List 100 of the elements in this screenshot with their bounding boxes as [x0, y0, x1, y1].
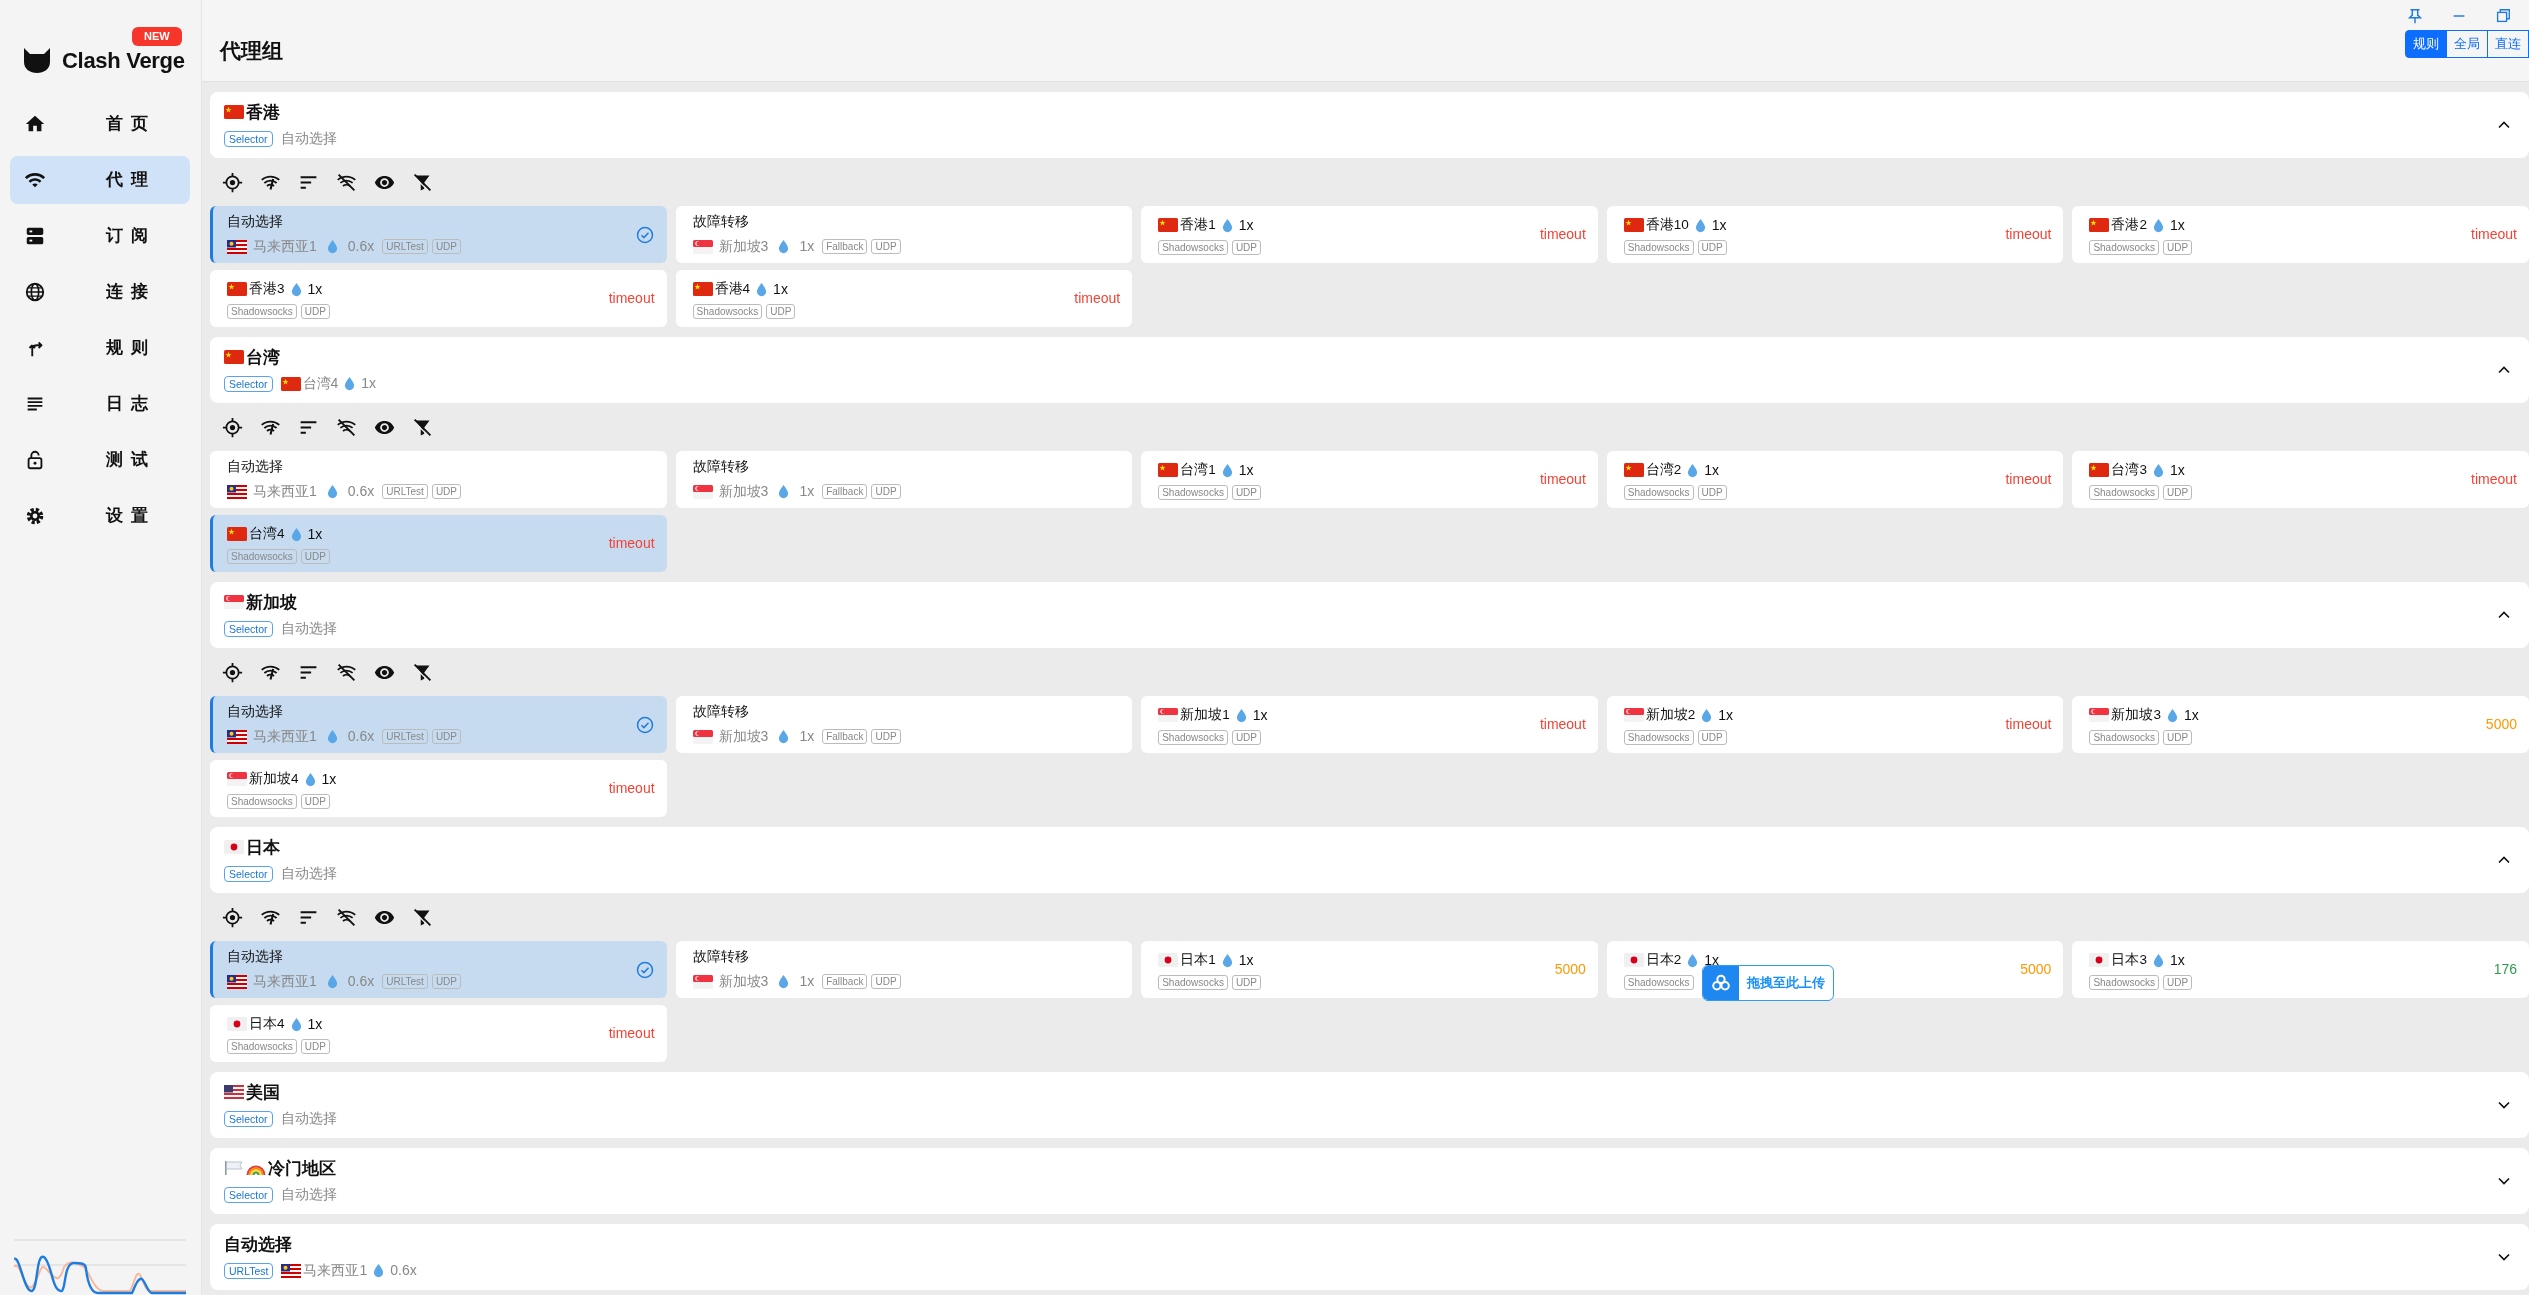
- droplet-icon: [778, 729, 790, 744]
- proxy-card[interactable]: 台湾4 1x Shadowsocks UDP timeout: [210, 515, 667, 572]
- crosshair-icon[interactable]: [221, 171, 243, 193]
- proxy-card[interactable]: 台湾1 1x Shadowsocks UDP timeout: [1141, 451, 1598, 508]
- delay-text: timeout: [2005, 715, 2052, 734]
- flag-icon: [280, 376, 301, 391]
- proxy-card[interactable]: 香港2 1x Shadowsocks UDP timeout: [2072, 206, 2529, 263]
- nav-item[interactable]: 代理: [10, 156, 190, 204]
- nav-item[interactable]: 设置: [10, 492, 190, 540]
- droplet-icon: [373, 1263, 385, 1278]
- flag-icon: [1623, 463, 1644, 477]
- signal-off-icon[interactable]: [335, 661, 357, 683]
- proxy-card[interactable]: 日本3 1x Shadowsocks UDP 176: [2072, 941, 2529, 998]
- nav-item[interactable]: 订阅: [10, 212, 190, 260]
- proxy-tag: Fallback: [822, 974, 868, 989]
- proxy-tag: Shadowsocks: [2089, 239, 2160, 255]
- proxy-card[interactable]: 台湾2 1x Shadowsocks UDP timeout: [1606, 451, 2064, 508]
- crosshair-icon[interactable]: [221, 661, 243, 683]
- droplet-icon: [756, 281, 768, 297]
- proxy-card[interactable]: 新加坡2 1x Shadowsocks UDP timeout: [1606, 696, 2064, 753]
- droplet-icon: [1221, 462, 1233, 478]
- proxy-card[interactable]: 台湾3 1x Shadowsocks UDP timeout: [2072, 451, 2529, 508]
- proxy-tag: UDP: [2163, 484, 2193, 500]
- group-title: 自动选择: [224, 1234, 292, 1255]
- proxy-card[interactable]: 新加坡1 1x Shadowsocks UDP timeout: [1141, 696, 1598, 753]
- nav-item[interactable]: 连接: [10, 268, 190, 316]
- group-header[interactable]: 自动选择 URLTest 马来西亚1 0.6x: [210, 1224, 2529, 1290]
- delay-text: timeout: [1539, 715, 1586, 734]
- crosshair-icon[interactable]: [221, 416, 243, 438]
- proxy-name: 香港3: [249, 280, 285, 298]
- nav-item[interactable]: 测试: [10, 436, 190, 484]
- droplet-icon: [1235, 707, 1247, 723]
- flag-icon: [224, 595, 244, 609]
- flag-icon: [1158, 953, 1179, 967]
- group-header[interactable]: 冷门地区 Selector 自动选择: [210, 1148, 2529, 1214]
- pin-icon[interactable]: [2406, 7, 2424, 25]
- proxy-card[interactable]: 日本1 1x Shadowsocks UDP 5000: [1141, 941, 1598, 998]
- current-proxy: 新加坡3: [718, 237, 769, 256]
- nav-item[interactable]: 规则: [10, 324, 190, 372]
- nav-item[interactable]: 首页: [10, 100, 190, 148]
- restore-icon[interactable]: [2494, 7, 2512, 25]
- signal-off-icon[interactable]: [335, 416, 357, 438]
- flag-icon: [224, 840, 244, 854]
- group-header[interactable]: 日本 Selector 自动选择: [210, 827, 2529, 893]
- speed-text: 1x: [2183, 705, 2199, 725]
- filter-off-icon[interactable]: [411, 171, 433, 193]
- speed-text: 1x: [1711, 215, 1727, 235]
- proxy-name: 自动选择: [227, 458, 283, 476]
- nav-item[interactable]: 日志: [10, 380, 190, 428]
- filter-off-icon[interactable]: [411, 416, 433, 438]
- proxy-card[interactable]: 香港10 1x Shadowsocks UDP timeout: [1606, 206, 2064, 263]
- proxy-card[interactable]: 日本2 1x Shadowsocks 5000 拖拽至此上传: [1606, 941, 2064, 998]
- mode-tab[interactable]: 全局: [2446, 30, 2488, 58]
- proxy-card[interactable]: 新加坡3 1x Shadowsocks UDP 5000: [2072, 696, 2529, 753]
- proxy-tag: Shadowsocks: [227, 303, 297, 319]
- group-header[interactable]: 新加坡 Selector 自动选择: [210, 582, 2529, 648]
- group-header[interactable]: 香港 Selector 自动选择: [210, 92, 2529, 158]
- signal-off-icon[interactable]: [335, 171, 357, 193]
- current-proxy: 马来西亚1: [253, 482, 317, 501]
- proxy-card[interactable]: 新加坡4 1x Shadowsocks UDP timeout: [210, 760, 667, 817]
- current-proxy: 自动选择: [280, 619, 337, 638]
- check-circle-icon: [634, 224, 655, 245]
- proxy-tag: UDP: [1697, 729, 1727, 745]
- filter-off-icon[interactable]: [411, 906, 433, 928]
- delay-text: timeout: [608, 779, 655, 798]
- proxy-card[interactable]: 故障转移 新加坡3 1x Fallback UDP: [675, 941, 1133, 998]
- crosshair-icon[interactable]: [221, 906, 243, 928]
- mode-tab[interactable]: 直连: [2487, 30, 2529, 58]
- proxy-card[interactable]: 香港1 1x Shadowsocks UDP timeout: [1141, 206, 1598, 263]
- proxy-name: 香港2: [2111, 216, 2147, 234]
- proxy-card[interactable]: 香港4 1x Shadowsocks UDP timeout: [675, 270, 1133, 327]
- filter-off-icon[interactable]: [411, 661, 433, 683]
- proxy-name: 自动选择: [227, 703, 283, 721]
- droplet-icon: [326, 974, 338, 989]
- group-header[interactable]: 台湾 Selector 台湾4 1x: [210, 337, 2529, 403]
- mode-tab[interactable]: 规则: [2405, 30, 2447, 58]
- flag-icon: [227, 729, 247, 744]
- proxy-card[interactable]: 自动选择 马来西亚1 0.6x URLTest UDP: [210, 941, 667, 998]
- flag-icon: [2089, 953, 2110, 967]
- proxy-card[interactable]: 自动选择 马来西亚1 0.6x URLTest UDP: [210, 696, 667, 753]
- proxy-card[interactable]: 故障转移 新加坡3 1x Fallback UDP: [675, 206, 1133, 263]
- proxy-tag: Shadowsocks: [227, 548, 297, 564]
- proxy-card[interactable]: 故障转移 新加坡3 1x Fallback UDP: [675, 696, 1133, 753]
- server-icon: [24, 225, 46, 247]
- speed-text: 1x: [307, 279, 323, 299]
- flag-icon: [1623, 218, 1644, 232]
- proxy-card[interactable]: 故障转移 新加坡3 1x Fallback UDP: [675, 451, 1133, 508]
- delay-text: 5000: [1554, 960, 1586, 979]
- group-header[interactable]: 美国 Selector 自动选择: [210, 1072, 2529, 1138]
- speed-text: 1x: [361, 374, 377, 393]
- proxy-name: 新加坡1: [1180, 706, 1230, 724]
- proxy-card[interactable]: 自动选择 马来西亚1 0.6x URLTest UDP: [210, 451, 667, 508]
- signal-off-icon[interactable]: [335, 906, 357, 928]
- type-tag: Selector: [224, 865, 273, 882]
- proxy-card[interactable]: 香港3 1x Shadowsocks UDP timeout: [210, 270, 667, 327]
- proxy-card[interactable]: 日本4 1x Shadowsocks UDP timeout: [210, 1005, 667, 1062]
- proxy-card[interactable]: 自动选择 马来西亚1 0.6x URLTest UDP: [210, 206, 667, 263]
- proxy-tag: Shadowsocks: [2089, 974, 2160, 990]
- proxy-tag: UDP: [871, 484, 901, 499]
- proxy-tag: Shadowsocks: [1623, 484, 1694, 500]
